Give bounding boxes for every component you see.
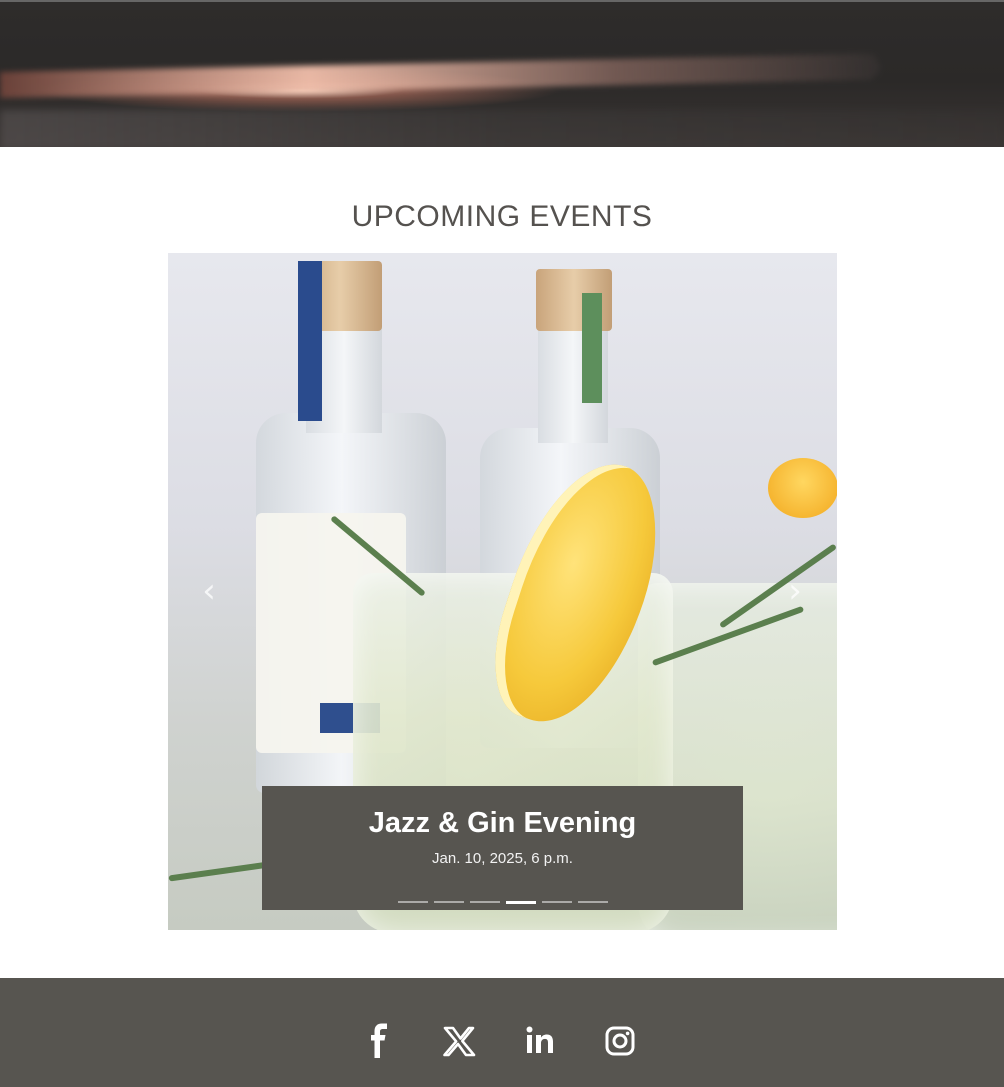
carousel-indicators [262,901,743,904]
events-carousel: ‹ › Jazz & Gin Evening Jan. 10, 2025, 6 … [168,253,837,930]
lemon-slice [768,458,837,518]
chevron-right-icon[interactable]: › [780,571,810,611]
bottle-seal [582,293,602,403]
site-footer [0,978,1004,1087]
hero-light-streak [0,53,881,98]
hero-surface-reflection [0,110,1004,147]
chevron-left-icon[interactable]: ‹ [194,571,224,611]
event-title[interactable]: Jazz & Gin Evening [262,806,743,840]
carousel-indicator[interactable] [433,901,464,903]
carousel-indicator[interactable] [469,901,500,903]
hero-banner-image [0,0,1004,147]
carousel-indicator[interactable] [577,901,608,903]
x-icon[interactable] [439,1021,479,1061]
carousel-indicator[interactable] [541,901,572,903]
carousel-indicator[interactable] [505,901,536,904]
section-title: UPCOMING EVENTS [351,200,653,233]
facebook-icon[interactable] [360,1021,400,1061]
event-caption[interactable]: Jazz & Gin Evening Jan. 10, 2025, 6 p.m. [262,786,743,910]
event-date: Jan. 10, 2025, 6 p.m. [432,850,573,867]
linkedin-icon[interactable] [520,1021,560,1061]
instagram-icon[interactable] [600,1021,640,1061]
carousel-indicator[interactable] [397,901,428,903]
bottle-seal [298,261,322,421]
